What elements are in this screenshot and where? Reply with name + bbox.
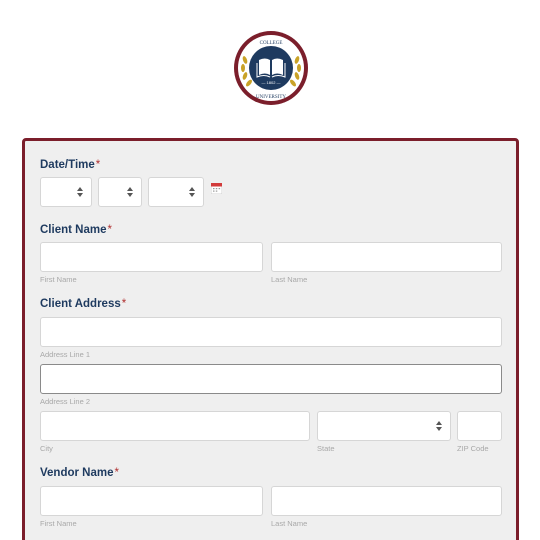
client-last-name-input[interactable] xyxy=(271,242,502,272)
calendar-icon[interactable] xyxy=(211,183,222,194)
client-address-label: Client Address* xyxy=(40,298,127,310)
required-marker: * xyxy=(121,298,127,310)
select-arrows-icon xyxy=(436,421,442,431)
client-first-name-input[interactable] xyxy=(40,242,263,272)
vendor-last-name-input[interactable] xyxy=(271,486,502,516)
vendor-first-name-sublabel: First Name xyxy=(40,519,77,528)
year-select[interactable] xyxy=(148,177,204,207)
month-select[interactable] xyxy=(40,177,92,207)
zip-code-sublabel: ZIP Code xyxy=(457,444,489,453)
client-first-name-sublabel: First Name xyxy=(40,275,77,284)
address-line1-input[interactable] xyxy=(40,317,502,347)
vendor-name-label: Vendor Name* xyxy=(40,467,119,479)
required-marker: * xyxy=(114,467,119,479)
college-university-logo: COLLEGE UNIVERSITY — 1802 — xyxy=(234,31,308,105)
vendor-first-name-input[interactable] xyxy=(40,486,263,516)
required-marker: * xyxy=(95,159,101,171)
logo-top-text: COLLEGE xyxy=(260,41,283,46)
client-name-label: Client Name* xyxy=(40,224,112,236)
state-select[interactable] xyxy=(317,411,451,441)
select-arrows-icon xyxy=(189,187,195,197)
select-arrows-icon xyxy=(77,187,83,197)
address-line2-sublabel: Address Line 2 xyxy=(40,397,91,406)
zip-code-input[interactable] xyxy=(457,411,502,441)
city-input[interactable] xyxy=(40,411,310,441)
vendor-last-name-sublabel: Last Name xyxy=(271,519,308,528)
day-select[interactable] xyxy=(98,177,142,207)
logo-year: — 1802 — xyxy=(261,80,280,85)
logo-bottom-text: UNIVERSITY xyxy=(256,95,286,100)
address-line2-input[interactable] xyxy=(40,364,502,394)
datetime-label: Date/Time* xyxy=(40,159,101,171)
required-marker: * xyxy=(107,224,112,236)
form-card: Date/Time* Client Name* First Name Last … xyxy=(22,138,519,540)
city-sublabel: City xyxy=(40,444,53,453)
client-last-name-sublabel: Last Name xyxy=(271,275,308,284)
address-line1-sublabel: Address Line 1 xyxy=(40,350,91,359)
select-arrows-icon xyxy=(127,187,133,197)
state-sublabel: State xyxy=(317,444,335,453)
